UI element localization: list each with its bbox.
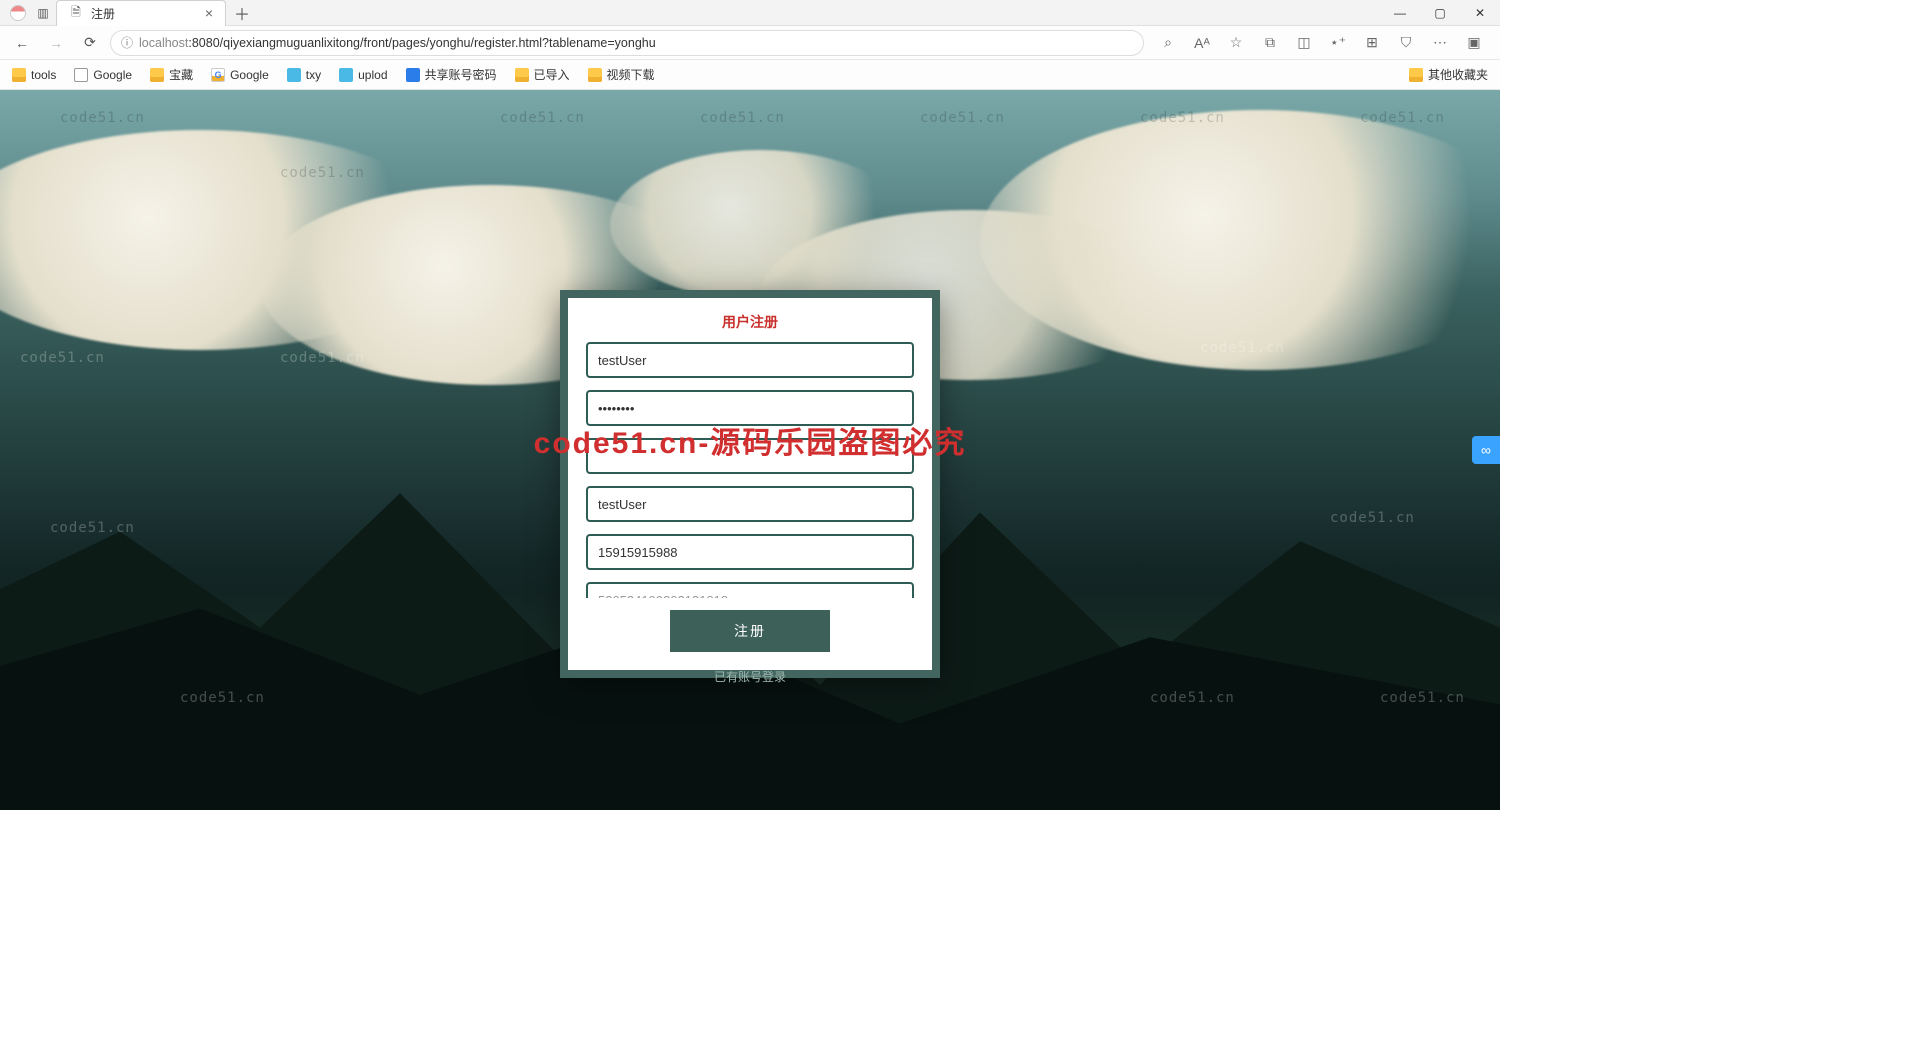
username-input[interactable] — [586, 342, 914, 378]
phone-input[interactable] — [586, 534, 914, 570]
workspaces-icon[interactable]: ▥ — [36, 6, 50, 20]
register-modal: 用户注册 注册 — [560, 290, 940, 678]
bookmark-uplod[interactable]: uplod — [335, 66, 391, 84]
more-icon[interactable]: ⋯ — [1428, 31, 1452, 55]
favorite-icon[interactable]: ☆ — [1224, 31, 1248, 55]
confirm-password-input[interactable] — [586, 438, 914, 474]
register-button[interactable]: 注册 — [670, 610, 830, 652]
bookmark-video-download[interactable]: 视频下载 — [584, 64, 659, 85]
cloud-icon — [287, 68, 301, 82]
page-icon: 🗎 — [69, 6, 83, 20]
tab-close-icon[interactable]: × — [205, 5, 213, 21]
collections-icon[interactable]: ⊞ — [1360, 31, 1384, 55]
url-input[interactable]: ⓘ localhost:8080/qiyexiangmuguanlixitong… — [110, 30, 1144, 56]
bookmark-google-g[interactable]: GGoogle — [207, 66, 273, 84]
tab-title: 注册 — [91, 5, 115, 22]
window-minimize-button[interactable]: — — [1380, 0, 1420, 26]
read-aloud-icon[interactable]: ⌕ — [1156, 31, 1180, 55]
bookmark-other-folder[interactable]: 其他收藏夹 — [1405, 64, 1492, 85]
forward-button: → — [42, 29, 70, 57]
cloud-icon — [339, 68, 353, 82]
new-tab-button[interactable]: ＋ — [234, 1, 250, 25]
register-title: 用户注册 — [586, 312, 914, 332]
browser-tab[interactable]: 🗎 注册 × — [56, 0, 226, 26]
bookmark-tools[interactable]: tools — [8, 66, 60, 84]
url-text: localhost:8080/qiyexiangmuguanlixitong/f… — [139, 36, 1133, 50]
window-close-button[interactable]: ✕ — [1460, 0, 1500, 26]
folder-icon — [12, 68, 26, 82]
titlebar: ▥ 🗎 注册 × ＋ — ▢ ✕ — [0, 0, 1500, 26]
shield-icon[interactable]: ⛉ — [1394, 31, 1418, 55]
folder-icon — [1409, 68, 1423, 82]
profile-avatar[interactable] — [10, 5, 26, 21]
reload-button[interactable]: ⟳ — [76, 29, 104, 57]
password-input[interactable] — [586, 390, 914, 426]
site-info-icon[interactable]: ⓘ — [121, 34, 133, 51]
idcard-input[interactable] — [586, 582, 914, 598]
page-icon — [74, 68, 88, 82]
address-bar: ← → ⟳ ⓘ localhost:8080/qiyexiangmuguanli… — [0, 26, 1500, 60]
side-panel-icon[interactable]: ▣ — [1462, 31, 1486, 55]
folder-icon — [515, 68, 529, 82]
share-icon — [406, 68, 420, 82]
favorites-list-icon[interactable]: ⋆⁺ — [1326, 31, 1350, 55]
bookmark-baozang[interactable]: 宝藏 — [146, 64, 197, 85]
bookmark-txy[interactable]: txy — [283, 66, 325, 84]
bookmarks-bar: tools Google 宝藏 GGoogle txy uplod 共享账号密码… — [0, 60, 1500, 90]
side-handle-icon[interactable]: ∞ — [1472, 436, 1500, 464]
folder-icon — [150, 68, 164, 82]
extensions-icon[interactable]: ⧉ — [1258, 31, 1282, 55]
window-maximize-button[interactable]: ▢ — [1420, 0, 1460, 26]
login-link[interactable]: 已有账号登录 — [714, 668, 786, 685]
bookmark-imported[interactable]: 已导入 — [511, 64, 574, 85]
google-icon: G — [211, 68, 225, 82]
page-viewport: code51.cn code51.cn code51.cn code51.cn … — [0, 90, 1500, 810]
text-size-icon[interactable]: Aᴬ — [1190, 31, 1214, 55]
bookmark-google-page[interactable]: Google — [70, 66, 136, 84]
folder-icon — [588, 68, 602, 82]
back-button[interactable]: ← — [8, 29, 36, 57]
nickname-input[interactable] — [586, 486, 914, 522]
split-screen-icon[interactable]: ◫ — [1292, 31, 1316, 55]
bookmark-shared-accounts[interactable]: 共享账号密码 — [402, 64, 501, 85]
